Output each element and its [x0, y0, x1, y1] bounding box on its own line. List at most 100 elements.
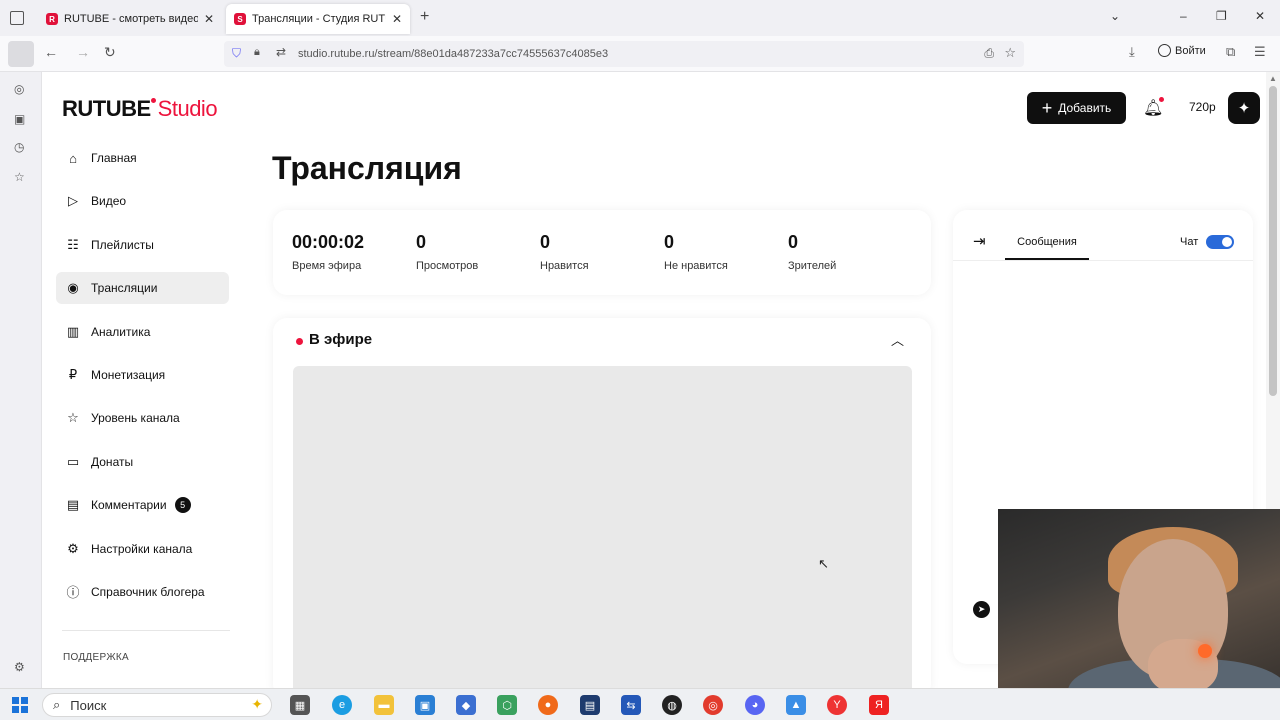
sidebar-item-home[interactable]: ⌂ Главная	[56, 142, 229, 174]
search-icon: ⌕	[53, 697, 61, 712]
stat-viewers: 0 Зрителей	[788, 232, 836, 272]
extensions-icon[interactable]: ⧉	[1226, 44, 1235, 60]
sidebar-item-monetization[interactable]: ₽ Монетизация	[56, 359, 229, 391]
firefox-icon[interactable]: ●	[538, 695, 558, 715]
stat-airtime: 00:00:02 Время эфира	[292, 232, 364, 272]
obs-icon[interactable]: ◍	[662, 695, 682, 715]
sidebar-item-label: Настройки канала	[91, 541, 193, 556]
discord-icon[interactable]: ◕	[745, 695, 765, 715]
menu-icon[interactable]: ☰	[1254, 44, 1266, 60]
stat-label: Просмотров	[416, 260, 479, 272]
browser-tab-studio[interactable]: S Трансляции - Студия RUTUBE ✕	[226, 4, 410, 34]
sidebar-item-label: Донаты	[91, 454, 134, 469]
url-bar[interactable]: ⛉ 🔒︎ ⇄ studio.rutube.ru/stream/88e01da48…	[224, 41, 1024, 67]
sidebar-item-channel-settings[interactable]: ⚙ Настройки канала	[56, 533, 229, 565]
windows-taskbar: ⌕ Поиск ✦ ▦ e ▬ ▣ ◆ ⬡ ● ▤ ⇆ ◍ ◎ ◕ ▲ Y Я	[0, 688, 1280, 720]
taskbar-search[interactable]: ⌕ Поиск ✦	[42, 693, 272, 717]
file-explorer-icon[interactable]: ▬	[374, 695, 394, 715]
chat-toggle-label: Чат	[1180, 236, 1199, 248]
sidebar-item-label: Комментарии	[91, 498, 167, 513]
close-tab-icon[interactable]: ✕	[204, 12, 214, 26]
yandex-browser-icon[interactable]: Y	[827, 695, 847, 715]
edge-icon[interactable]: e	[332, 695, 352, 715]
sidebar-item-blogger-guide[interactable]: ⓘ Справочник блогера	[56, 576, 229, 608]
sidebar-divider	[62, 630, 230, 631]
url-text[interactable]: studio.rutube.ru/stream/88e01da487233a7c…	[298, 48, 608, 60]
browser-tab-rutube[interactable]: R RUTUBE - смотреть видео онл ✕	[38, 4, 222, 34]
synced-tabs-icon[interactable]: ▣	[14, 112, 25, 126]
sidebar-item-label: Трансляции	[91, 281, 158, 296]
tab-messages[interactable]: Сообщения	[1005, 230, 1089, 260]
stream-player[interactable]	[293, 366, 912, 688]
webcam-light	[1198, 644, 1212, 658]
notifications-bell-icon[interactable]: 🔔︎	[1143, 97, 1165, 118]
sidebar-item-video[interactable]: ▷ Видео	[56, 185, 229, 217]
scrollbar-thumb[interactable]	[1269, 86, 1277, 396]
chat-toggle[interactable]	[1206, 235, 1234, 249]
minimize-icon[interactable]: –	[1180, 9, 1187, 23]
bookmarks-icon[interactable]: ☆	[14, 170, 25, 184]
downloads-icon[interactable]: ⤓	[1129, 44, 1135, 60]
history-icon[interactable]: ◷	[14, 140, 24, 154]
app-icon-4[interactable]: ⇆	[621, 695, 641, 715]
task-view-icon[interactable]: ▦	[290, 695, 310, 715]
close-tab-icon[interactable]: ✕	[392, 12, 402, 26]
sidebar-item-donations[interactable]: ▭ Донаты	[56, 446, 229, 478]
sidebar-item-analytics[interactable]: ▥ Аналитика	[56, 316, 229, 348]
tab-overflow-chevron-icon[interactable]: ⌄	[1110, 9, 1120, 23]
close-window-icon[interactable]: ✕	[1255, 9, 1265, 23]
live-section-title: В эфире	[309, 331, 373, 348]
stat-value: 0	[416, 232, 427, 252]
rutube-studio-logo[interactable]: RUTUBE Studio	[62, 96, 218, 122]
tracking-shield-icon[interactable]: ⛉	[232, 46, 241, 61]
login-label: Войти	[1175, 44, 1206, 57]
customize-sidebar-icon[interactable]: ⚙	[14, 660, 25, 674]
stream-stats-card: 00:00:02 Время эфира 0 Просмотров 0 Нрав…	[273, 210, 931, 295]
restore-icon[interactable]: ❐	[1216, 9, 1227, 23]
start-button-icon[interactable]	[12, 697, 28, 713]
login-button[interactable]: Войти	[1158, 44, 1206, 57]
app-icon-3[interactable]: ▤	[580, 695, 600, 715]
sidebar-item-label: Видео	[91, 194, 127, 209]
sidebar-item-broadcasts[interactable]: ◉ Трансляции	[56, 272, 229, 305]
chevron-up-icon[interactable]: ︿	[891, 330, 904, 349]
new-tab-icon[interactable]: +	[420, 8, 429, 26]
chat-compass-icon[interactable]: ➤	[973, 601, 990, 618]
tab-title: RUTUBE - смотреть видео онл	[64, 13, 198, 25]
studio-sidebar: ⌂ Главная ▷ Видео ☷ Плейлисты ◉ Трансляц…	[56, 142, 229, 619]
comments-count-badge: 5	[174, 497, 191, 514]
chrome-icon[interactable]: ◎	[703, 695, 723, 715]
search-placeholder: Поиск	[70, 697, 107, 713]
quality-label[interactable]: 720p	[1189, 100, 1216, 114]
sidebar-item-channel-level[interactable]: ☆ Уровень канала	[56, 402, 229, 434]
account-icon	[1158, 44, 1171, 57]
chat-divider	[953, 260, 1253, 261]
store-icon[interactable]: ▣	[415, 695, 435, 715]
reload-icon[interactable]: ↻	[104, 44, 116, 61]
ruble-icon: ₽	[68, 366, 78, 382]
stat-dislikes: 0 Не нравится	[664, 232, 728, 272]
sidebar-item-comments[interactable]: ▤ Комментарии 5	[56, 489, 229, 521]
permissions-icon[interactable]: ⇄	[276, 45, 286, 59]
lock-icon[interactable]: 🔒︎	[254, 46, 260, 59]
sidebar-item-playlists[interactable]: ☷ Плейлисты	[56, 229, 229, 261]
forward-icon[interactable]: →	[76, 44, 90, 60]
app-icon-5[interactable]: ▲	[786, 695, 806, 715]
add-button[interactable]: + Добавить	[1027, 92, 1126, 124]
bookmark-star-icon[interactable]: ☆	[1004, 45, 1016, 61]
scroll-up-icon[interactable]: ▲	[1269, 74, 1277, 83]
page-save-icon[interactable]: ⎙	[984, 46, 994, 61]
tab-list-icon[interactable]	[10, 11, 24, 25]
stat-value: 0	[664, 232, 675, 252]
app-icon-2[interactable]: ⬡	[497, 695, 517, 715]
channel-avatar[interactable]: ✦	[1228, 92, 1260, 124]
app-icon-1[interactable]: ◆	[456, 695, 476, 715]
back-icon[interactable]: ←	[44, 44, 58, 60]
browser-sidebar-toggle-icon[interactable]	[8, 41, 34, 67]
page-title: Трансляция	[272, 150, 462, 186]
plus-icon: +	[1041, 98, 1053, 118]
stat-views: 0 Просмотров	[416, 232, 478, 272]
collapse-chat-icon[interactable]: ⇥	[973, 232, 986, 250]
ai-chat-icon[interactable]: ◎	[14, 82, 24, 96]
yandex-icon[interactable]: Я	[869, 695, 889, 715]
